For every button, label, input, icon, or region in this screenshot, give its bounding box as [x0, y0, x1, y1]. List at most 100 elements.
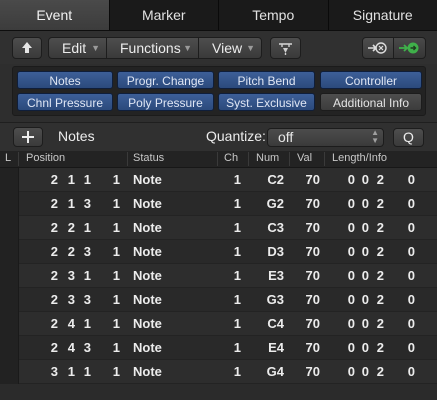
- filter-chnl-pressure[interactable]: Chnl Pressure: [17, 93, 113, 111]
- status-value[interactable]: Note: [133, 288, 162, 312]
- lock-cell[interactable]: [0, 264, 19, 288]
- length-value[interactable]: 0: [348, 288, 355, 312]
- length-value[interactable]: 0: [408, 360, 415, 384]
- length-value[interactable]: 0: [362, 192, 369, 216]
- position-value[interactable]: 1: [84, 264, 91, 288]
- status-value[interactable]: Note: [133, 360, 162, 384]
- lock-cell[interactable]: [0, 216, 19, 240]
- position-value[interactable]: 1: [84, 312, 91, 336]
- length-value[interactable]: 2: [377, 312, 384, 336]
- note-number-value[interactable]: C2: [267, 168, 284, 192]
- velocity-value[interactable]: 70: [306, 336, 320, 360]
- filter-notes[interactable]: Notes: [17, 71, 113, 89]
- length-value[interactable]: 2: [377, 336, 384, 360]
- length-value[interactable]: 0: [348, 240, 355, 264]
- length-value[interactable]: 0: [362, 360, 369, 384]
- length-value[interactable]: 0: [348, 216, 355, 240]
- lock-cell[interactable]: [0, 312, 19, 336]
- channel-value[interactable]: 1: [234, 168, 241, 192]
- position-value[interactable]: 1: [113, 360, 120, 384]
- note-number-value[interactable]: G3: [267, 288, 284, 312]
- note-number-value[interactable]: E4: [268, 336, 284, 360]
- position-value[interactable]: 3: [84, 240, 91, 264]
- length-value[interactable]: 2: [377, 192, 384, 216]
- position-value[interactable]: 1: [113, 336, 120, 360]
- velocity-value[interactable]: 70: [306, 264, 320, 288]
- status-value[interactable]: Note: [133, 264, 162, 288]
- status-value[interactable]: Note: [133, 192, 162, 216]
- length-value[interactable]: 0: [408, 336, 415, 360]
- position-value[interactable]: 1: [113, 312, 120, 336]
- channel-value[interactable]: 1: [234, 216, 241, 240]
- column-header-ch[interactable]: Ch: [224, 152, 238, 164]
- lock-cell[interactable]: [0, 288, 19, 312]
- lock-cell[interactable]: [0, 360, 19, 384]
- position-value[interactable]: 1: [113, 216, 120, 240]
- filter-poly-pressure[interactable]: Poly Pressure: [117, 93, 214, 111]
- note-number-value[interactable]: E3: [268, 264, 284, 288]
- functions-menu[interactable]: Functions ▼: [107, 38, 199, 58]
- length-value[interactable]: 0: [362, 264, 369, 288]
- position-value[interactable]: 1: [113, 288, 120, 312]
- event-row[interactable]: 2 3 1 1 Note 1 E3 70 0 0 2 0: [0, 264, 437, 288]
- status-value[interactable]: Note: [133, 336, 162, 360]
- column-header-l[interactable]: L: [5, 152, 11, 164]
- length-value[interactable]: 0: [408, 288, 415, 312]
- view-menu[interactable]: View ▼: [199, 38, 261, 58]
- channel-value[interactable]: 1: [234, 336, 241, 360]
- position-value[interactable]: 2: [51, 192, 58, 216]
- length-value[interactable]: 2: [377, 216, 384, 240]
- filter-syst-exclusive[interactable]: Syst. Exclusive: [218, 93, 315, 111]
- velocity-value[interactable]: 70: [306, 168, 320, 192]
- link-button[interactable]: [393, 37, 426, 59]
- quantize-select[interactable]: off ▲ ▼: [267, 128, 384, 147]
- note-number-value[interactable]: D3: [267, 240, 284, 264]
- velocity-value[interactable]: 70: [306, 312, 320, 336]
- position-value[interactable]: 2: [51, 336, 58, 360]
- column-header-num[interactable]: Num: [256, 152, 279, 164]
- position-value[interactable]: 1: [113, 192, 120, 216]
- length-value[interactable]: 0: [348, 192, 355, 216]
- length-value[interactable]: 0: [408, 240, 415, 264]
- position-value[interactable]: 4: [68, 312, 75, 336]
- position-value[interactable]: 2: [51, 240, 58, 264]
- position-value[interactable]: 1: [113, 168, 120, 192]
- position-value[interactable]: 3: [68, 288, 75, 312]
- column-header-position[interactable]: Position: [26, 152, 65, 164]
- filter-progr-change[interactable]: Progr. Change: [117, 71, 214, 89]
- up-button[interactable]: [12, 37, 42, 59]
- position-value[interactable]: 3: [68, 264, 75, 288]
- midi-in-button[interactable]: [270, 37, 301, 59]
- lock-cell[interactable]: [0, 240, 19, 264]
- tab-signature[interactable]: Signature: [329, 0, 437, 30]
- tab-event[interactable]: Event: [0, 0, 110, 30]
- status-value[interactable]: Note: [133, 168, 162, 192]
- position-value[interactable]: 2: [51, 288, 58, 312]
- status-value[interactable]: Note: [133, 216, 162, 240]
- column-header-status[interactable]: Status: [133, 152, 164, 164]
- position-value[interactable]: 2: [51, 216, 58, 240]
- position-value[interactable]: 3: [84, 336, 91, 360]
- column-header-val[interactable]: Val: [297, 152, 312, 164]
- position-value[interactable]: 3: [84, 192, 91, 216]
- event-row[interactable]: 2 2 3 1 Note 1 D3 70 0 0 2 0: [0, 240, 437, 264]
- channel-value[interactable]: 1: [234, 240, 241, 264]
- tab-marker[interactable]: Marker: [110, 0, 219, 30]
- tab-tempo[interactable]: Tempo: [219, 0, 329, 30]
- position-value[interactable]: 1: [113, 240, 120, 264]
- length-value[interactable]: 0: [408, 192, 415, 216]
- length-value[interactable]: 2: [377, 360, 384, 384]
- length-value[interactable]: 0: [408, 312, 415, 336]
- length-value[interactable]: 2: [377, 288, 384, 312]
- add-event-button[interactable]: [13, 127, 43, 147]
- event-row[interactable]: 2 4 1 1 Note 1 C4 70 0 0 2 0: [0, 312, 437, 336]
- note-number-value[interactable]: G4: [267, 360, 284, 384]
- position-value[interactable]: 2: [51, 264, 58, 288]
- event-row[interactable]: 2 4 3 1 Note 1 E4 70 0 0 2 0: [0, 336, 437, 360]
- position-value[interactable]: 4: [68, 336, 75, 360]
- length-value[interactable]: 0: [408, 264, 415, 288]
- position-value[interactable]: 1: [84, 216, 91, 240]
- event-row[interactable]: 2 3 3 1 Note 1 G3 70 0 0 2 0: [0, 288, 437, 312]
- channel-value[interactable]: 1: [234, 264, 241, 288]
- length-value[interactable]: 0: [348, 360, 355, 384]
